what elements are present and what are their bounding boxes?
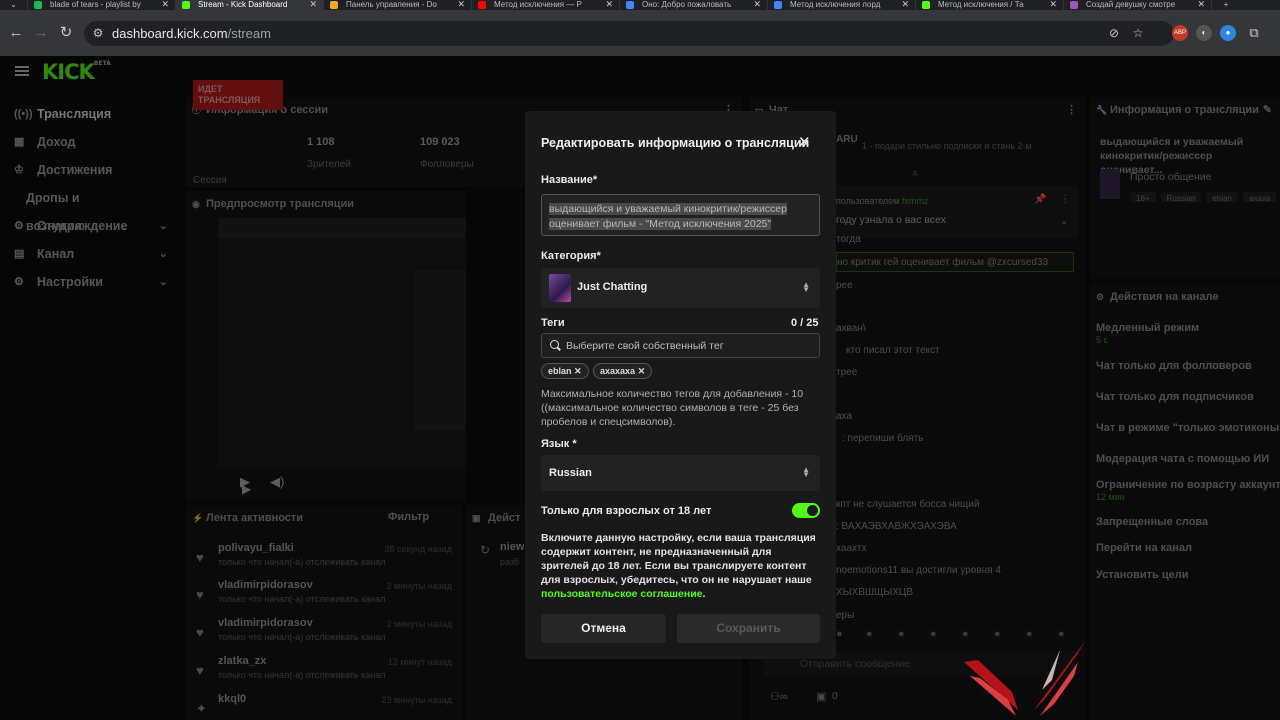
category-label: Категория* bbox=[541, 250, 601, 262]
remove-tag-icon[interactable]: ✕ bbox=[638, 366, 646, 376]
close-icon[interactable]: ✕ bbox=[309, 0, 317, 9]
extension-icon[interactable]: ◐ bbox=[1196, 25, 1212, 41]
adult-content-description: Включите данную настройку, если ваша тра… bbox=[541, 532, 816, 600]
title-input[interactable]: выдающийся и уважаемый кинокритик/режисс… bbox=[541, 194, 820, 236]
user-agreement-link[interactable]: пользовательское соглашение bbox=[541, 588, 702, 600]
tags-counter: 0 / 25 bbox=[791, 317, 819, 329]
tag-chip: ахахаха ✕ bbox=[593, 363, 653, 379]
close-icon[interactable]: ✕ bbox=[753, 0, 761, 9]
site-info-icon[interactable]: ⚙ bbox=[90, 25, 106, 41]
url-path: /stream bbox=[227, 26, 271, 41]
close-icon[interactable]: ✕ bbox=[1197, 0, 1205, 9]
modal-title: Редактировать информацию о трансляции bbox=[541, 136, 810, 150]
close-icon[interactable]: ✕ bbox=[901, 0, 909, 9]
remove-tag-icon[interactable]: ✕ bbox=[574, 366, 582, 376]
adult-content-toggle[interactable] bbox=[792, 503, 820, 518]
search-icon bbox=[550, 340, 559, 349]
back-icon[interactable]: ← bbox=[7, 24, 25, 42]
browser-tab[interactable]: Оно: Добро пожаловать ✕ bbox=[620, 0, 768, 10]
camera-blocked-icon[interactable]: ⊘ bbox=[1106, 25, 1122, 41]
browser-tab[interactable]: blade of tears - playlist by ✕ bbox=[28, 0, 176, 10]
select-arrows-icon: ▲ ▼ bbox=[802, 280, 810, 294]
youtube-icon bbox=[478, 1, 486, 9]
browser-tab[interactable]: Метод исключения лорд ✕ bbox=[768, 0, 916, 10]
new-tab-button[interactable]: + bbox=[1212, 0, 1240, 10]
tag-search-input[interactable]: Выберите свой собственный тег bbox=[541, 333, 820, 358]
kick-icon bbox=[922, 1, 930, 9]
url-host: dashboard.kick.com bbox=[112, 26, 228, 41]
language-value: Russian bbox=[549, 467, 592, 479]
browser-tab[interactable]: Панель управления - Do ✕ bbox=[324, 0, 472, 10]
tags-help-text: Максимальное количество тегов для добавл… bbox=[541, 388, 804, 428]
title-label: Название* bbox=[541, 174, 598, 186]
browser-tab[interactable]: Метод исключения / Та ✕ bbox=[916, 0, 1064, 10]
adblock-icon[interactable]: ABP bbox=[1172, 25, 1188, 41]
tab-search-button[interactable]: ⌄ bbox=[0, 0, 28, 10]
cancel-button[interactable]: Отмена bbox=[541, 614, 666, 643]
close-icon[interactable]: ✕ bbox=[605, 0, 613, 9]
browser-tab[interactable]: Создай девушку смотре ✕ bbox=[1064, 0, 1212, 10]
tags-label: Теги bbox=[541, 317, 565, 329]
kick-icon bbox=[182, 1, 190, 9]
extensions-puzzle-icon[interactable]: ⧉ bbox=[1246, 25, 1262, 41]
title-input-value: выдающийся и уважаемый кинокритик/режисс… bbox=[549, 203, 787, 230]
browser-toolbar: ← → ↻ ⚙ dashboard.kick.com/stream ⊘ ☆ AB… bbox=[0, 10, 1280, 56]
spotify-icon bbox=[34, 1, 42, 9]
language-label: Язык * bbox=[541, 438, 577, 450]
language-select[interactable]: Russian ▲ ▼ bbox=[541, 455, 820, 491]
select-arrows-icon: ▲ ▼ bbox=[802, 465, 810, 479]
forward-icon[interactable]: → bbox=[32, 24, 50, 42]
close-icon[interactable]: ✕ bbox=[457, 0, 465, 9]
browser-tab-active[interactable]: Stream - Kick Dashboard ✕ bbox=[176, 0, 324, 10]
edit-stream-info-modal: Редактировать информацию о трансляции ✕ … bbox=[525, 111, 836, 659]
site-icon bbox=[1070, 1, 1078, 9]
category-value: Just Chatting bbox=[577, 281, 648, 293]
google-icon bbox=[774, 1, 782, 9]
browser-tab[interactable]: Метод исключения — Р ✕ bbox=[472, 0, 620, 10]
browser-tab-strip: ⌄ blade of tears - playlist by ✕ Stream -… bbox=[0, 0, 1280, 10]
reload-icon[interactable]: ↻ bbox=[57, 24, 75, 42]
google-icon bbox=[626, 1, 634, 9]
extension-icon[interactable]: ● bbox=[1220, 25, 1236, 41]
adult-content-label: Только для взрослых от 18 лет bbox=[541, 505, 712, 517]
category-thumbnail bbox=[549, 274, 571, 302]
claw-overlay-graphic bbox=[964, 640, 1086, 716]
site-icon bbox=[330, 1, 338, 9]
save-button[interactable]: Сохранить bbox=[677, 614, 820, 643]
tag-chip: eblan ✕ bbox=[541, 363, 589, 379]
address-bar[interactable]: ⚙ dashboard.kick.com/stream ⊘ ☆ bbox=[84, 21, 1174, 46]
category-select[interactable]: Just Chatting ▲ ▼ bbox=[541, 268, 820, 308]
bookmark-star-icon[interactable]: ☆ bbox=[1130, 25, 1146, 41]
close-icon[interactable]: ✕ bbox=[1049, 0, 1057, 9]
close-icon[interactable]: ✕ bbox=[798, 133, 811, 151]
close-icon[interactable]: ✕ bbox=[161, 0, 169, 9]
